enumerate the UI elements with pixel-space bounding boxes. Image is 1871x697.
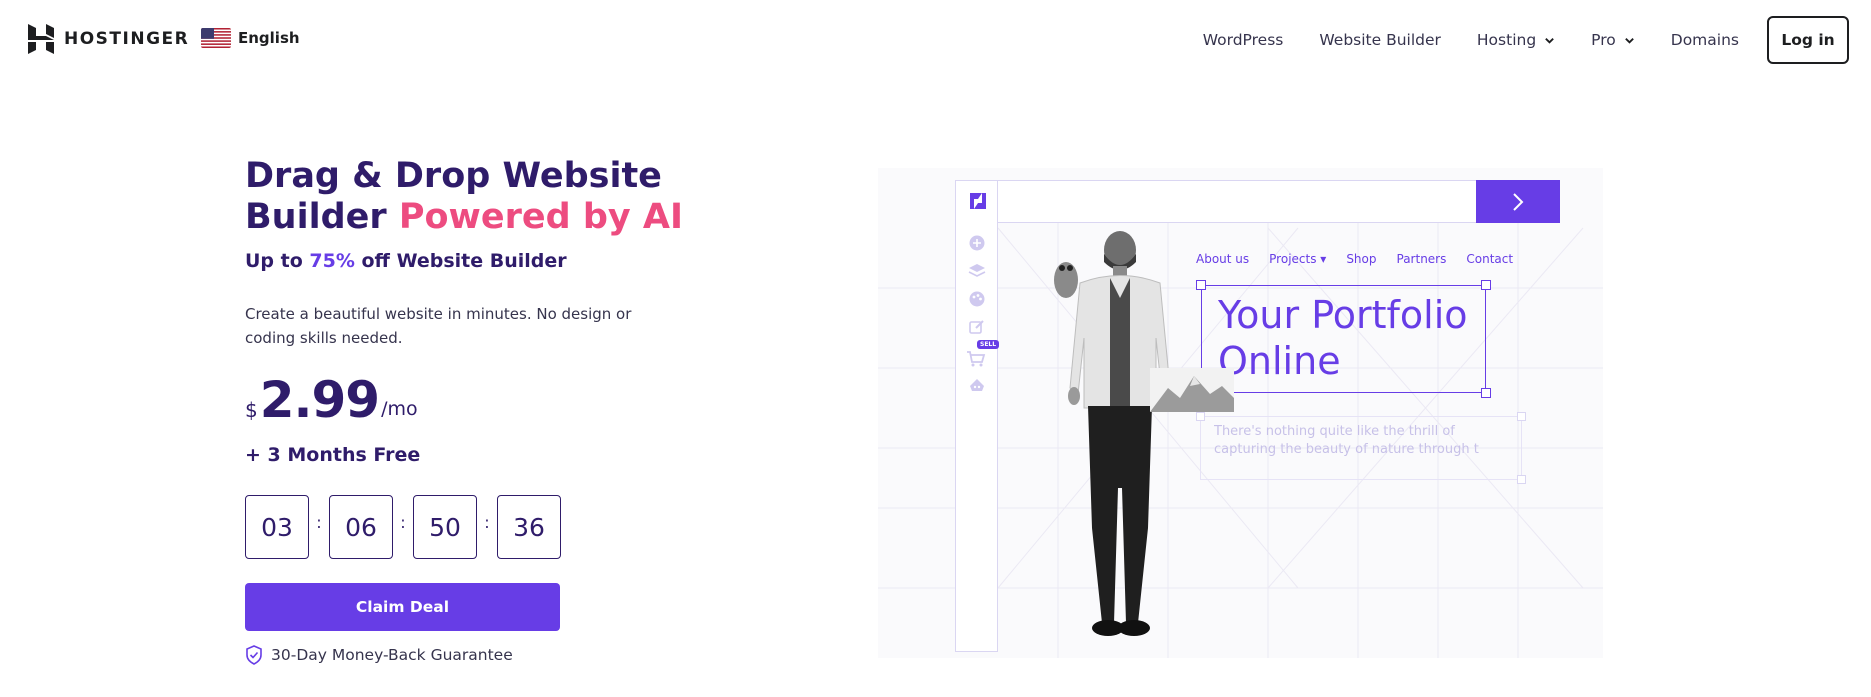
price-amount: 2.99 [259,371,380,429]
discount-percent: 75% [309,250,355,272]
resize-handle [1517,412,1526,421]
timer-separator: : [484,512,490,532]
chevron-down-icon [1624,37,1634,44]
hostinger-logo-icon [28,24,54,54]
landscape-thumbnail [1150,368,1234,412]
login-button[interactable]: Log in [1767,16,1849,64]
preview-paragraph: There's nothing quite like the thrill of… [1214,423,1514,459]
bonus-months: + 3 Months Free [245,444,421,466]
language-label: English [238,29,300,47]
nav-link-wordpress[interactable]: WordPress [1203,31,1284,49]
top-navigation: HOSTINGER English WordPress Website Buil… [0,0,1871,78]
timer-separator: : [400,512,406,532]
portfolio-heading: Your Portfolio Online [1218,292,1468,384]
nav-link-hosting[interactable]: Hosting [1477,31,1555,49]
nav-link-label: Pro [1591,31,1616,49]
resize-handle [1481,388,1491,398]
us-flag-icon [201,28,231,48]
builder-preview-image: SELL About us Projects ▾ Shop Partners C… [878,168,1603,658]
preview-paragraph-line: There's nothing quite like the thrill of [1214,424,1455,439]
layers-icon [968,264,986,277]
price-currency: $ [245,398,258,422]
timer-seconds: 36 [497,495,561,559]
cart-icon [967,351,986,367]
chevron-right-icon [1513,192,1524,211]
portfolio-heading-line: Online [1218,339,1341,383]
nav-link-label: WordPress [1202,31,1284,49]
builder-go-button [1476,180,1560,223]
preview-nav-item: Projects ▾ [1269,252,1327,266]
nav-link-label: Website Builder [1319,31,1441,49]
person-photo [1054,231,1172,636]
sell-badge: SELL [977,340,1000,349]
preview-paragraph-line: capturing the beauty of nature through t [1214,442,1479,457]
timer-days: 03 [245,495,309,559]
preview-nav-item: About us [1196,252,1250,266]
subtitle-suffix: off Website Builder [354,250,567,272]
timer-minutes: 50 [413,495,477,559]
preview-site-nav: About us Projects ▾ Shop Partners Contac… [1196,252,1513,266]
portfolio-heading-line: Your Portfolio [1218,293,1468,337]
preview-nav-item: Contact [1466,252,1514,266]
chevron-down-icon [1545,37,1554,44]
nav-link-website-builder[interactable]: Website Builder [1319,31,1441,49]
language-selector[interactable]: English [201,28,300,48]
resize-handle [1517,475,1526,484]
money-back-guarantee: 30-Day Money-Back Guarantee [245,645,513,665]
countdown-timer: 03 : 06 : 50 : 36 [245,495,561,559]
nav-link-pro[interactable]: Pro [1591,31,1635,49]
edit-icon [969,320,984,334]
builder-logo-icon [970,193,986,209]
brand-name: HOSTINGER [64,29,190,49]
discount-subtitle: Up to 75% off Website Builder [245,250,567,272]
nav-link-label: Domains [1670,31,1739,49]
hero-title: Drag & Drop Website Builder Powered by A… [245,156,765,238]
resize-handle [1481,280,1491,290]
preview-nav-item: Partners [1396,252,1447,266]
shield-check-icon [246,645,262,665]
price-period: /mo [381,398,418,420]
timer-separator: : [316,512,322,532]
nav-link-domains[interactable]: Domains [1671,31,1739,49]
hero-title-accent: Powered by AI [398,197,683,237]
hostinger-logo[interactable]: HOSTINGER [28,24,189,54]
ai-assistant-icon [970,379,984,391]
timer-hours: 06 [329,495,393,559]
subtitle-prefix: Up to [245,250,310,272]
hero-description: Create a beautiful website in minutes. N… [245,305,632,347]
add-icon [969,235,985,251]
guarantee-label: 30-Day Money-Back Guarantee [271,646,513,664]
preview-nav-item: Shop [1346,252,1377,266]
claim-deal-button[interactable]: Claim Deal [245,583,560,631]
builder-address-bar [955,180,1477,223]
palette-icon [969,291,985,307]
price: $ 2.99 /mo [245,372,418,428]
nav-links: WordPress Website Builder Hosting Pro Do… [1167,16,1849,64]
nav-link-label: Hosting [1476,31,1537,49]
